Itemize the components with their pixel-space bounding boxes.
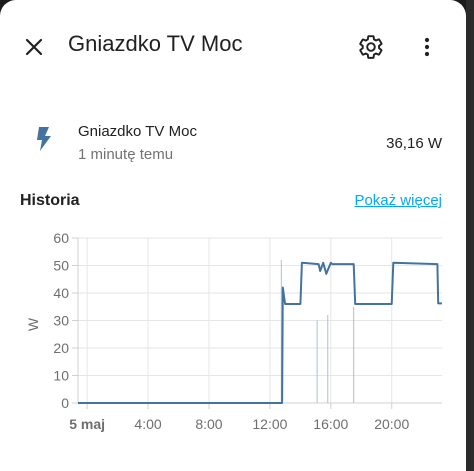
close-icon [25, 38, 43, 56]
entity-name: Gniazdko TV Moc [78, 123, 197, 140]
y-tick-label: 50 [53, 258, 69, 274]
gear-icon [359, 35, 383, 59]
y-tick-label: 60 [53, 230, 69, 246]
x-tick-label: 5 maj [69, 416, 105, 432]
history-title: Historia [20, 192, 80, 209]
x-tick-label: 12:00 [252, 416, 287, 432]
x-tick-label: 8:00 [195, 416, 222, 432]
flash-icon [37, 127, 51, 151]
y-tick-label: 20 [53, 340, 69, 356]
more-info-dialog: Gniazdko TV Moc Gniazdko TV Moc 1 minutę… [0, 0, 466, 471]
y-axis-label: W [25, 317, 41, 331]
entity-last-changed: 1 minutę temu [78, 146, 174, 163]
dialog-title: Gniazdko TV Moc [68, 31, 243, 56]
y-tick-label: 10 [53, 368, 69, 384]
y-tick-label: 40 [53, 285, 69, 301]
x-tick-label: 4:00 [134, 416, 161, 432]
show-more-link[interactable]: Pokaż więcej [354, 192, 442, 209]
y-tick-label: 0 [61, 395, 69, 411]
dialog-header: Gniazdko TV Moc [0, 0, 466, 95]
background-edge [466, 0, 474, 471]
close-button[interactable] [14, 27, 54, 67]
power-series-line [78, 261, 442, 404]
x-tick-label: 16:00 [313, 416, 348, 432]
settings-button[interactable] [351, 27, 391, 67]
y-tick-label: 30 [53, 313, 69, 329]
more-options-button[interactable] [407, 27, 447, 67]
entity-state-row[interactable]: Gniazdko TV Moc 1 minutę temu 36,16 W [0, 115, 466, 175]
more-vertical-icon [424, 37, 430, 57]
entity-value: 36,16 W [386, 135, 442, 152]
history-chart[interactable]: 0 10 20 30 40 50 60 5 maj 4:00 8:00 12:00 16:00 20:0… [0, 220, 466, 440]
x-tick-label: 20:00 [374, 416, 409, 432]
